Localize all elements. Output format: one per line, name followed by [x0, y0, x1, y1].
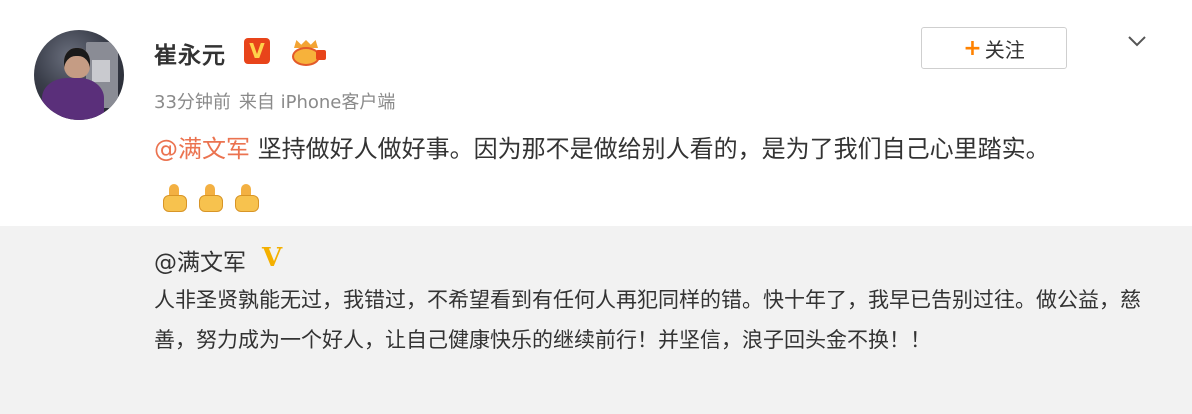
avatar[interactable]	[34, 30, 124, 120]
post-time[interactable]: 33分钟前	[154, 92, 231, 113]
member-icon[interactable]	[290, 40, 326, 66]
emoji-group	[160, 174, 268, 221]
mention-link[interactable]: @满文军	[154, 135, 250, 163]
avatar-background-detail	[92, 60, 110, 82]
thumbs-up-icon	[232, 183, 262, 213]
post-content: @满文军 坚持做好人做好事。因为那不是做给别人看的，是为了我们自己心里踏实。	[154, 126, 1154, 221]
avatar-figure-head	[64, 48, 90, 78]
verified-gold-badge-icon: V	[262, 243, 283, 273]
avatar-figure-body	[42, 78, 104, 120]
follow-button[interactable]: + 关注	[921, 27, 1067, 69]
member-flag-shape	[316, 50, 326, 60]
verified-badge-icon: V	[244, 38, 270, 64]
repost-author[interactable]: @满文军	[154, 243, 246, 277]
repost-text: 人非圣贤孰能无过，我错过，不希望看到有任何人再犯同样的错。快十年了，我早已告别过…	[154, 288, 1141, 352]
thumbs-up-icon	[160, 183, 190, 213]
follow-button-label: 关注	[984, 37, 1025, 62]
post-source[interactable]: 来自 iPhone客户端	[239, 92, 395, 113]
post-meta: 33分钟前 来自 iPhone客户端	[154, 88, 403, 114]
author-name[interactable]: 崔永元	[154, 36, 226, 70]
chevron-down-icon[interactable]	[1126, 30, 1148, 52]
weibo-post: 崔永元 V 33分钟前 来自 iPhone客户端 + 关注 @满文军 坚持做好人做好…	[0, 0, 1192, 226]
post-text: 坚持做好人做好事。因为那不是做给别人看的，是为了我们自己心里踏实。	[250, 135, 1050, 163]
plus-icon: +	[963, 35, 982, 61]
thumbs-up-icon	[196, 183, 226, 213]
